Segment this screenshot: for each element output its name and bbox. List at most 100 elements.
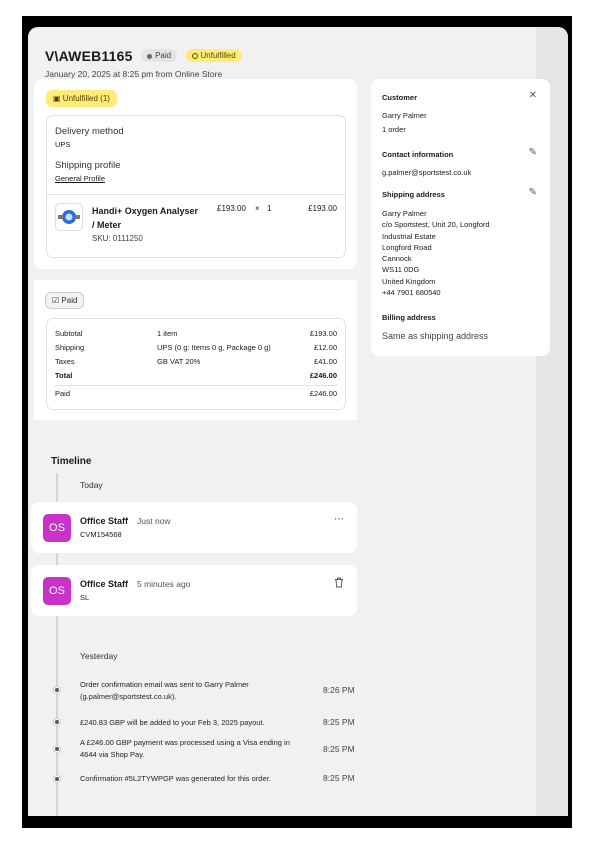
more-horizontal-icon[interactable]: ⋯ — [334, 514, 344, 525]
timeline-event-time: 8:25 PM — [323, 744, 355, 754]
address-line: +44 7901 680540 — [382, 288, 441, 298]
payment-row-total: Total £246.00 — [55, 371, 337, 383]
product-total: £193.00 — [308, 204, 337, 213]
timeline-event-time: 8:25 PM — [323, 717, 355, 727]
order-title: V\AWEB1165 — [45, 47, 133, 64]
box-icon: ▣ — [53, 94, 61, 103]
timeline-bullet — [54, 746, 60, 752]
paid-pill-label: Paid — [61, 296, 78, 305]
pencil-icon[interactable]: ✎ — [529, 147, 537, 158]
unfulfilled-badge: Unfulfilled — [185, 49, 242, 63]
paid-dot-icon — [147, 53, 153, 59]
address-line: Cannock — [382, 254, 412, 264]
address-line: United Kingdom — [382, 276, 436, 286]
row-desc: 1 item — [157, 329, 178, 338]
address-line: WS11 0DG — [382, 265, 420, 275]
divider — [47, 194, 345, 195]
timeline-title: Timeline — [51, 456, 92, 467]
paid-badge-label: Paid — [155, 51, 172, 61]
close-icon[interactable]: ✕ — [529, 90, 537, 101]
oxygen-meter-image — [58, 210, 80, 224]
row-amount: £246.00 — [309, 371, 337, 380]
address-line: Longford Road — [382, 242, 432, 252]
customer-email-link[interactable]: g.palmer@sportstest.co.uk — [382, 168, 471, 177]
timeline-bullet — [54, 776, 60, 782]
row-amount: £12.00 — [314, 343, 337, 352]
comment-time: Just now — [137, 516, 171, 526]
pencil-icon[interactable]: ✎ — [529, 187, 537, 198]
row-amount: £41.00 — [314, 357, 337, 366]
payment-summary: Subtotal 1 item £193.00 Shipping UPS (0 … — [46, 318, 346, 410]
delivery-method-label: Delivery method — [55, 126, 124, 137]
timeline-bullet — [54, 687, 60, 693]
day-label-yesterday: Yesterday — [80, 651, 118, 661]
payment-row: Taxes GB VAT 20% £41.00 — [55, 357, 337, 369]
shipping-profile-label: Shipping profile — [55, 160, 121, 171]
timeline-comment: OS Office Staff 5 minutes ago SL — [31, 565, 357, 616]
row-label: Total — [55, 371, 73, 380]
payment-row-paid: Paid £246.00 — [55, 389, 337, 401]
customer-card: Customer ✕ Garry Palmer 1 order Contact … — [371, 79, 550, 356]
shipping-profile-link[interactable]: General Profile — [55, 174, 105, 183]
unfulfilled-pill: ▣ Unfulfilled (1) — [46, 90, 117, 107]
check-square-icon: ☑ — [52, 296, 60, 305]
avatar: OS — [43, 577, 71, 605]
timeline-comment: OS Office Staff Just now CVM154568 ⋯ — [31, 502, 357, 553]
timeline-event: Order confirmation email was sent to Gar… — [80, 680, 249, 701]
comment-time: 5 minutes ago — [137, 579, 191, 589]
product-quantity: 1 — [267, 204, 272, 213]
trash-icon-glyph — [335, 577, 343, 588]
customer-name-link[interactable]: Garry Palmer — [382, 111, 427, 120]
product-name-link[interactable]: Handi+ Oxygen Analyser / Meter — [92, 204, 202, 232]
order-subtitle: January 20, 2025 at 8:25 pm from Online … — [45, 69, 223, 79]
fulfillment-card: ▣ Unfulfilled (1) Delivery method UPS Sh… — [34, 79, 357, 269]
row-label: Shipping — [55, 343, 85, 352]
avatar: OS — [43, 514, 71, 542]
unfulfilled-badge-label: Unfulfilled — [200, 51, 236, 61]
divider — [55, 385, 337, 386]
timeline-event: Confirmation #5L2TYWPGP was generated fo… — [80, 774, 271, 783]
timeline-event-time: 8:25 PM — [323, 773, 355, 783]
trash-icon[interactable] — [334, 577, 344, 591]
unfulfilled-ring-icon — [191, 53, 198, 60]
row-desc: UPS (0 g: Items 0 g, Package 0 g) — [157, 343, 271, 352]
product-sku: SKU: 0111250 — [92, 234, 143, 243]
product-price: £193.00 — [217, 204, 246, 213]
fulfillment-details: Delivery method UPS Shipping profile Gen… — [46, 115, 346, 258]
order-header: V\AWEB1165 Paid Unfulfilled January 20, … — [45, 47, 242, 79]
contact-heading: Contact information — [382, 150, 454, 159]
address-line: c/o Sportstest, Unit 20, Longford — [382, 220, 490, 230]
comment-author: Office Staff — [80, 579, 129, 589]
row-label: Taxes — [55, 357, 75, 366]
timeline-event-time: 8:26 PM — [323, 685, 355, 695]
row-amount: £193.00 — [309, 329, 337, 338]
row-desc: GB VAT 20% — [157, 357, 201, 366]
row-amount: £246.00 — [309, 389, 337, 398]
comment-text: CVM154568 — [80, 530, 122, 539]
billing-value: Same as shipping address — [382, 331, 489, 341]
product-thumbnail[interactable] — [55, 203, 83, 231]
shipping-address: Garry Palmer c/o Sportstest, Unit 20, Lo… — [382, 208, 490, 298]
order-page: V\AWEB1165 Paid Unfulfilled January 20, … — [28, 27, 568, 816]
timeline-event-link[interactable]: A £246.00 GBP payment was processed usin… — [80, 737, 302, 761]
shipping-address-heading: Shipping address — [382, 190, 445, 199]
paid-pill: ☑ Paid — [45, 292, 85, 309]
payment-card: ☑ Paid Subtotal 1 item £193.00 Shipping … — [34, 280, 357, 420]
paid-badge: Paid — [141, 49, 178, 63]
customer-orders: 1 order — [382, 125, 406, 134]
unfulfilled-pill-label: Unfulfilled (1) — [62, 94, 110, 103]
comment-text: SL — [80, 593, 90, 602]
payment-row: Shipping UPS (0 g: Items 0 g, Package 0 … — [55, 343, 337, 355]
timeline-bullet — [54, 719, 60, 725]
comment-author: Office Staff — [80, 516, 129, 526]
times-sign: × — [255, 204, 260, 213]
address-line: Industrial Estate — [382, 231, 436, 241]
address-line: Garry Palmer — [382, 209, 427, 218]
row-label: Paid — [55, 389, 71, 398]
timeline-event-link[interactable]: £240.83 GBP will be added to your Feb 3,… — [80, 717, 302, 729]
payment-row: Subtotal 1 item £193.00 — [55, 329, 337, 341]
delivery-method-value: UPS — [55, 140, 71, 149]
customer-heading: Customer — [382, 93, 418, 102]
billing-heading: Billing address — [382, 313, 436, 322]
day-label-today: Today — [80, 480, 103, 490]
